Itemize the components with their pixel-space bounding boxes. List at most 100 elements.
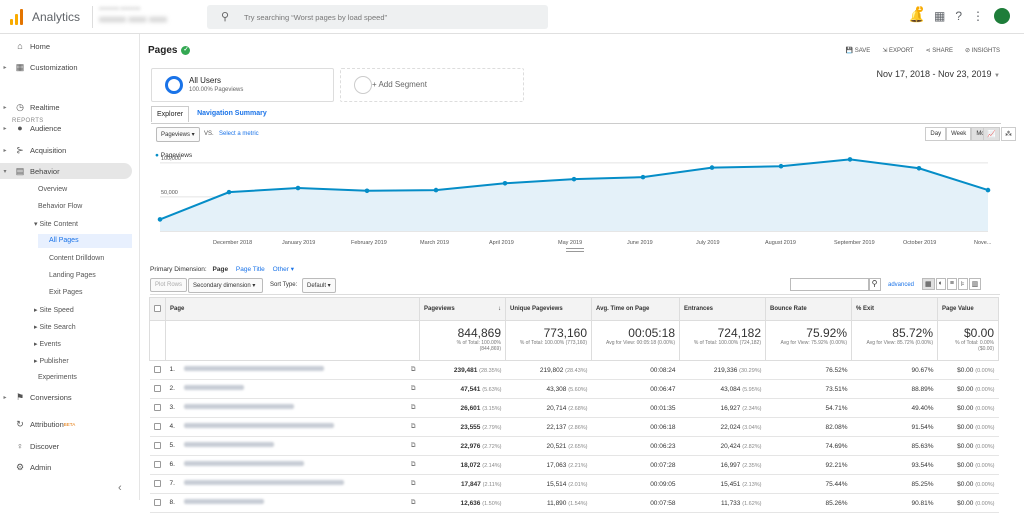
open-link-icon[interactable]: ⧉ <box>411 499 416 507</box>
comparison-view-icon[interactable]: ⊧ <box>957 278 968 290</box>
sidebar-item-experiments[interactable]: Experiments <box>38 374 77 381</box>
sidebar-item-conversions[interactable]: ▸ ⚑ Conversions <box>0 389 132 405</box>
line-chart-icon[interactable]: 📈 <box>983 127 1000 141</box>
segment-all-users[interactable]: All Users 100.00% Pageviews <box>151 68 334 102</box>
table-search-icon[interactable]: ⚲ <box>868 278 881 291</box>
col-page[interactable]: Page <box>165 297 420 321</box>
page-cell[interactable]: 3. ⧉ <box>165 398 420 418</box>
chart-resize-handle[interactable] <box>566 248 584 252</box>
table-search-input[interactable] <box>790 278 870 291</box>
search-input[interactable]: ⚲ Try searching “Worst pages by load spe… <box>207 5 548 29</box>
sidebar-item-realtime[interactable]: ▸ ◷ Realtime <box>0 99 132 115</box>
col-unique-pageviews[interactable]: Unique Pageviews <box>505 297 592 321</box>
row-checkbox[interactable] <box>149 493 166 513</box>
sidebar-item-landing-pages[interactable]: Landing Pages <box>49 272 96 279</box>
open-link-icon[interactable]: ⧉ <box>411 423 416 431</box>
col-page-value[interactable]: Page Value <box>937 297 999 321</box>
save-button[interactable]: 💾 SAVE <box>846 47 871 54</box>
open-link-icon[interactable]: ⧉ <box>411 461 416 469</box>
row-checkbox[interactable] <box>149 436 166 456</box>
add-segment-button[interactable]: + Add Segment <box>340 68 524 102</box>
sidebar-item-content-drilldown[interactable]: Content Drilldown <box>49 255 104 262</box>
page-cell[interactable]: 7. ⧉ <box>165 474 420 494</box>
analytics-logo-icon[interactable] <box>10 9 23 25</box>
person-icon: ● <box>17 123 23 133</box>
entrances-cell: 43,084 (5.95%) <box>679 379 766 399</box>
open-link-icon[interactable]: ⧉ <box>411 366 416 374</box>
export-button[interactable]: ⇲ EXPORT <box>882 47 913 54</box>
page-cell[interactable]: 6. ⧉ <box>165 455 420 475</box>
sidebar-item-audience[interactable]: ▸ ● Audience <box>0 120 132 136</box>
motion-chart-icon[interactable]: ⁂ <box>1001 127 1016 141</box>
select-metric-link[interactable]: Select a metric <box>219 131 259 137</box>
col-pageviews[interactable]: Pageviews ↓ <box>419 297 506 321</box>
sidebar-item-customization[interactable]: ▸ ▦ Customization <box>0 59 132 75</box>
plot-rows-button[interactable]: Plot Rows <box>150 278 188 292</box>
col-exit[interactable]: % Exit <box>851 297 938 321</box>
date-range-picker[interactable]: Nov 17, 2018 - Nov 23, 2019 ▼ <box>876 69 1000 79</box>
tab-explorer[interactable]: Explorer <box>151 106 190 122</box>
tab-navigation-summary[interactable]: Navigation Summary <box>189 106 275 122</box>
sidebar-item-site-content[interactable]: ▾ Site Content <box>34 220 78 228</box>
metric-dropdown[interactable]: Pageviews ▾ <box>156 127 200 142</box>
sidebar-item-acquisition[interactable]: ▸ ⊱ Acquisition <box>0 142 132 158</box>
insights-button[interactable]: ⊘ INSIGHTS <box>965 47 1000 54</box>
account-selector[interactable]: xxxxxxxx xxxxxxxx xxxxxx xxxx xxxx <box>92 6 192 28</box>
percentage-view-icon[interactable]: ◐ <box>935 278 946 290</box>
row-checkbox[interactable] <box>149 360 166 380</box>
sidebar-item-behavior[interactable]: ▾ ▤ Behavior <box>0 163 132 179</box>
collapse-sidebar-icon[interactable]: ‹ <box>118 482 122 494</box>
sidebar-item-site-search[interactable]: ▸ Site Search <box>34 323 76 331</box>
open-link-icon[interactable]: ⧉ <box>411 442 416 450</box>
sidebar-item-events[interactable]: ▸ Events <box>34 340 61 348</box>
pivot-view-icon[interactable]: ▥ <box>968 278 982 290</box>
page-cell[interactable]: 1. ⧉ <box>165 360 420 380</box>
sidebar-item-publisher[interactable]: ▸ Publisher <box>34 357 69 365</box>
week-button[interactable]: Week <box>946 127 972 141</box>
row-checkbox[interactable] <box>149 379 166 399</box>
data-point <box>709 165 715 170</box>
page-cell[interactable]: 2. ⧉ <box>165 379 420 399</box>
sidebar-item-all-pages[interactable]: All Pages <box>38 234 132 248</box>
row-checkbox[interactable] <box>149 474 166 494</box>
sidebar-item-discover[interactable]: ♀ Discover <box>0 438 132 454</box>
sidebar-item-site-speed[interactable]: ▸ Site Speed <box>34 306 74 314</box>
sidebar-item-overview[interactable]: Overview <box>38 186 67 193</box>
sidebar-item-behavior-flow[interactable]: Behavior Flow <box>38 203 82 210</box>
pageviews-cell: 239,481 (28.35%) <box>419 360 506 380</box>
dim-page[interactable]: Page <box>213 266 229 273</box>
secondary-dimension-dropdown[interactable]: Secondary dimension ▾ <box>188 278 263 293</box>
share-button[interactable]: ⋖ SHARE <box>926 47 953 54</box>
day-button[interactable]: Day <box>925 127 947 141</box>
entrances-cell: 22,024 (3.04%) <box>679 417 766 437</box>
dim-page-title[interactable]: Page Title <box>236 266 265 273</box>
sidebar-item-attribution[interactable]: ↻ Attribution BETA <box>0 416 132 432</box>
open-link-icon[interactable]: ⧉ <box>411 480 416 488</box>
avatar[interactable] <box>994 8 1010 24</box>
segment-name: All Users <box>189 76 222 85</box>
sidebar-item-exit-pages[interactable]: Exit Pages <box>49 289 82 296</box>
sidebar-item-home[interactable]: ⌂ Home <box>0 38 132 54</box>
row-checkbox[interactable] <box>149 398 166 418</box>
sidebar-item-admin[interactable]: ⚙ Admin <box>0 459 132 475</box>
page-cell[interactable]: 8. ⧉ <box>165 493 420 513</box>
select-all-checkbox[interactable] <box>149 297 166 321</box>
notifications-icon[interactable]: 🔔 1 <box>909 6 924 23</box>
col-entrances[interactable]: Entrances <box>679 297 766 321</box>
dim-other[interactable]: Other ▾ <box>273 266 294 273</box>
page-cell[interactable]: 5. ⧉ <box>165 436 420 456</box>
apps-grid-icon[interactable]: ▦ <box>934 9 945 23</box>
row-checkbox[interactable] <box>149 417 166 437</box>
sort-type-dropdown[interactable]: Default ▾ <box>302 278 336 293</box>
advanced-filter-link[interactable]: advanced <box>888 282 914 288</box>
page-cell[interactable]: 4. ⧉ <box>165 417 420 437</box>
data-view-icon[interactable]: ▦ <box>922 278 935 290</box>
help-icon[interactable]: ? <box>955 9 962 23</box>
col-avg-time[interactable]: Avg. Time on Page <box>591 297 680 321</box>
performance-view-icon[interactable]: ≡ <box>946 278 957 290</box>
col-bounce-rate[interactable]: Bounce Rate <box>765 297 852 321</box>
row-checkbox[interactable] <box>149 455 166 475</box>
more-vert-icon[interactable]: ⋮ <box>972 9 984 23</box>
open-link-icon[interactable]: ⧉ <box>411 404 416 412</box>
open-link-icon[interactable]: ⧉ <box>411 385 416 393</box>
